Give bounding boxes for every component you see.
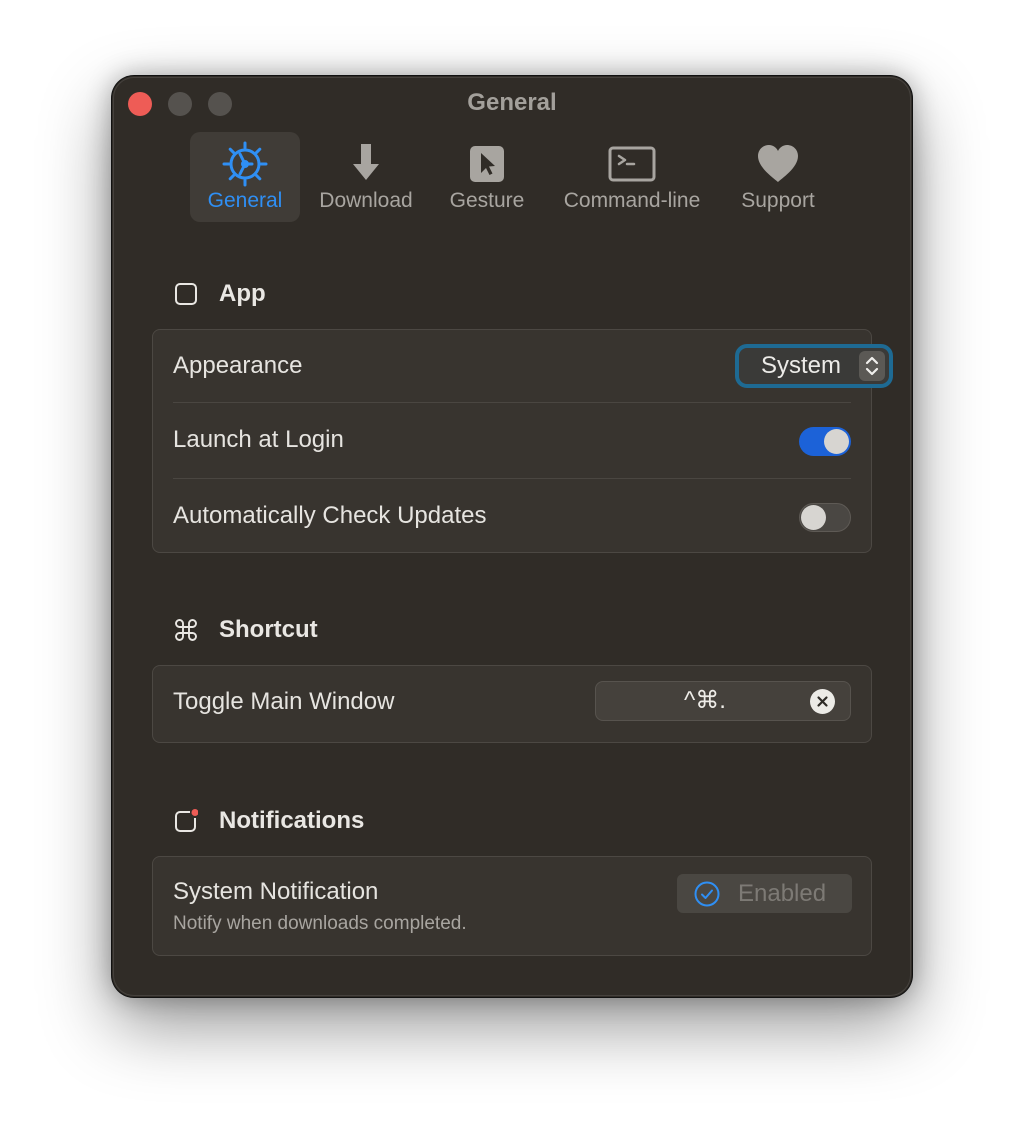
terminal-icon (608, 140, 656, 188)
system-notification-label: System Notification (173, 878, 379, 905)
checkmark-circle-icon (694, 881, 720, 907)
command-icon (174, 618, 198, 642)
notification-badge-icon (174, 809, 198, 833)
auto-check-updates-label: Automatically Check Updates (173, 502, 487, 529)
appearance-popup[interactable]: System (735, 344, 893, 388)
download-arrow-icon (342, 140, 390, 188)
tab-download-label: Download (319, 189, 413, 212)
toggle-knob (801, 505, 826, 530)
tab-general-label: General (207, 189, 283, 212)
auto-check-updates-toggle[interactable] (799, 503, 851, 532)
toggle-knob (824, 429, 849, 454)
tab-support-label: Support (741, 189, 815, 212)
shortcut-settings-card: Toggle Main Window ^⌘. (152, 665, 872, 743)
appearance-label: Appearance (173, 352, 303, 379)
shortcut-recorder-field[interactable]: ^⌘. (595, 681, 851, 721)
tab-command-line-label: Command-line (563, 189, 701, 212)
section-app-title: App (219, 280, 266, 307)
system-notification-description: Notify when downloads completed. (173, 913, 467, 934)
shortcut-keys-value: ^⌘. (684, 687, 726, 714)
tab-gesture-label: Gesture (449, 189, 525, 212)
row-divider (173, 478, 851, 479)
preferences-window: General General Download Gesture Command… (112, 76, 912, 997)
clear-shortcut-button[interactable] (810, 689, 835, 714)
window-title: General (467, 89, 557, 116)
square-icon (174, 282, 198, 306)
notification-enabled-label: Enabled (738, 880, 827, 907)
section-shortcut-title: Shortcut (219, 616, 318, 643)
tab-gesture[interactable]: Gesture (434, 132, 540, 222)
launch-at-login-label: Launch at Login (173, 426, 344, 453)
section-notifications-title: Notifications (219, 807, 365, 834)
row-divider (173, 402, 851, 403)
toggle-main-window-label: Toggle Main Window (173, 688, 395, 715)
chevron-up-down-icon (859, 351, 885, 381)
notifications-settings-card: System Notification Notify when download… (152, 856, 872, 956)
close-icon (817, 696, 828, 707)
tab-support[interactable]: Support (724, 132, 832, 222)
appearance-value: System (761, 352, 842, 379)
tab-command-line[interactable]: Command-line (552, 132, 712, 222)
app-settings-card: Appearance System Launch at Login Automa… (152, 329, 893, 553)
gear-icon (221, 140, 269, 188)
launch-at-login-toggle[interactable] (799, 427, 851, 456)
tab-download[interactable]: Download (308, 132, 424, 222)
cursor-icon (463, 140, 511, 188)
tab-general[interactable]: General (190, 132, 300, 222)
notification-enabled-button[interactable]: Enabled (677, 874, 852, 913)
heart-icon (754, 140, 802, 188)
